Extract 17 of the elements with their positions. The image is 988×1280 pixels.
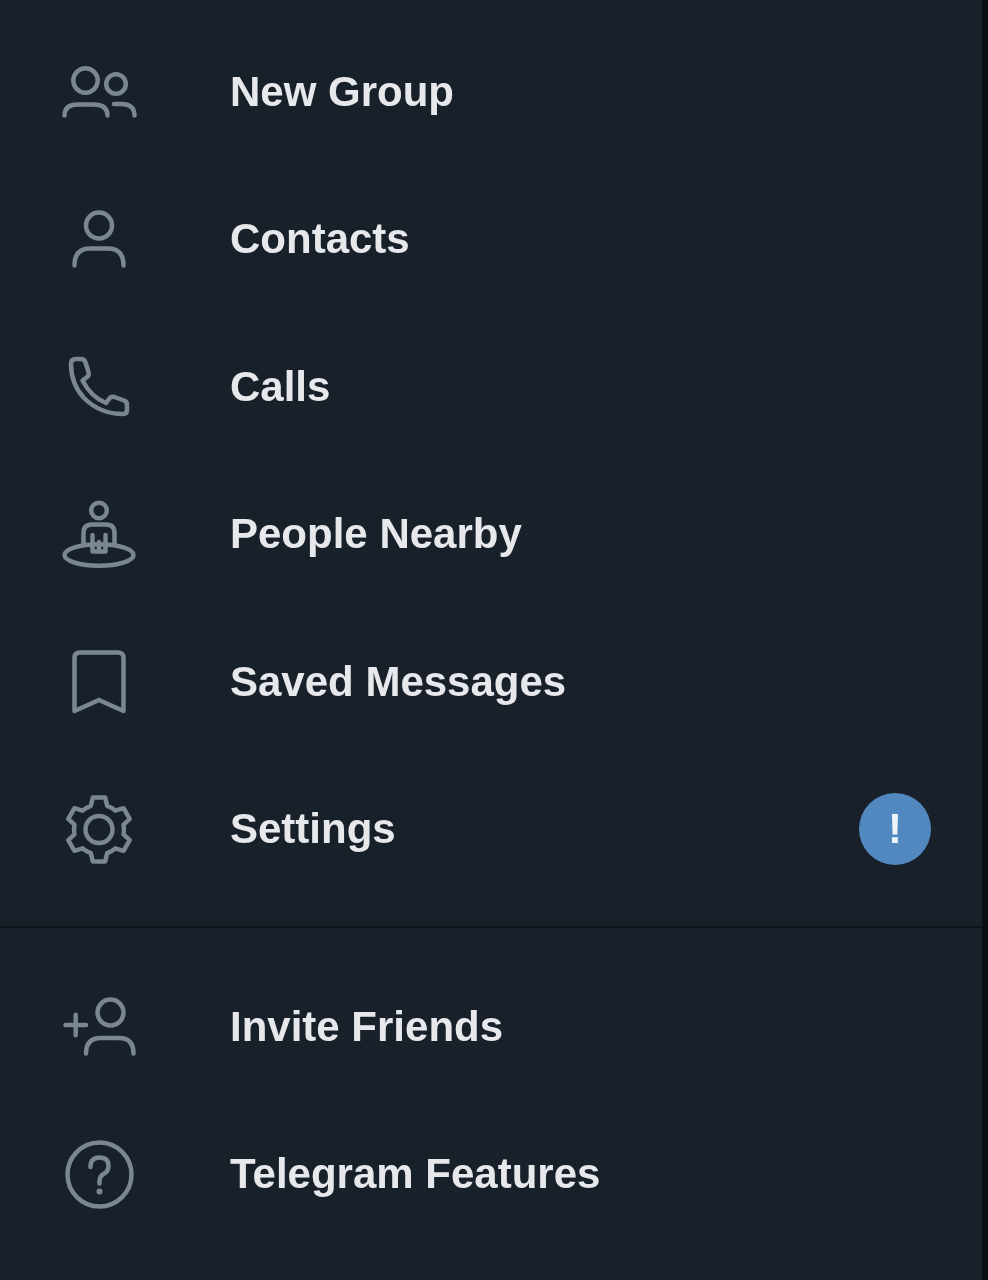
menu-item[interactable]: Telegram Features	[0, 1100, 982, 1248]
menu-item[interactable]: Invite Friends	[0, 953, 982, 1101]
menu-item[interactable]: New Group	[0, 18, 982, 166]
people-icon	[61, 65, 137, 118]
person-icon	[72, 210, 126, 269]
menu-item[interactable]: Contacts	[0, 165, 982, 313]
menu-item[interactable]: Calls	[0, 313, 982, 461]
phone-icon	[68, 356, 130, 418]
person-on-ring-icon	[62, 500, 136, 569]
help-icon	[64, 1139, 134, 1209]
add-person-icon	[62, 997, 136, 1057]
menu-item[interactable]: Saved Messages	[0, 608, 982, 756]
notification-badge: !	[859, 793, 931, 866]
menu-item[interactable]: Settings !	[0, 755, 982, 903]
settings-icon	[65, 793, 133, 865]
menu-item[interactable]: People Nearby	[0, 460, 982, 608]
bookmark-icon	[72, 649, 126, 714]
